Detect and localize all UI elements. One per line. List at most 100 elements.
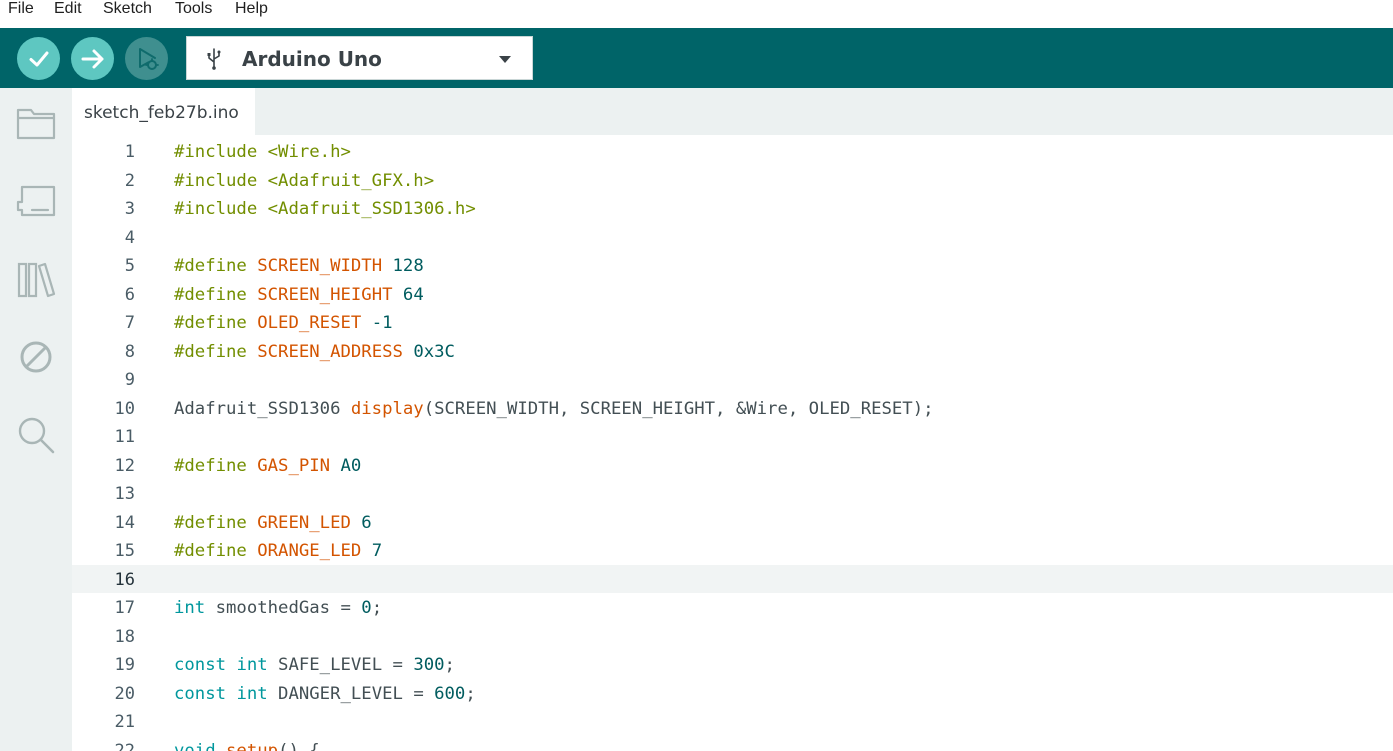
line-number: 16	[114, 569, 135, 590]
code-line[interactable]: 14 #define GREEN_LED 6	[72, 508, 1393, 537]
code-text: #define ORANGE_LED 7	[174, 541, 382, 561]
code-token: #define	[174, 284, 247, 305]
sidebar	[0, 88, 72, 751]
code-line[interactable]: 10 Adafruit_SSD1306 display(SCREEN_WIDTH,…	[72, 394, 1393, 423]
library-manager-button[interactable]	[14, 257, 58, 301]
code-token: <Wire.h>	[267, 142, 351, 162]
code-token: SCREEN_WIDTH	[257, 256, 383, 276]
code-line[interactable]: 7 #define OLED_RESET -1	[72, 308, 1393, 337]
code-token: 7	[371, 541, 383, 561]
code-text: const int DANGER_LEVEL = 600;	[174, 684, 476, 704]
code-token: <Adafruit_SSD1306.h>	[267, 199, 476, 219]
code-line[interactable]: 5 #define SCREEN_WIDTH 128	[72, 251, 1393, 280]
code-text: #define SCREEN_WIDTH 128	[174, 256, 424, 276]
code-line[interactable]: 6 #define SCREEN_HEIGHT 64	[72, 280, 1393, 309]
debug-button[interactable]	[125, 37, 168, 80]
code-token: A0	[340, 455, 362, 476]
code-token: int	[236, 655, 268, 675]
code-line[interactable]: 15 #define ORANGE_LED 7	[72, 536, 1393, 565]
boards-manager-button[interactable]	[14, 179, 58, 223]
code-token: const	[174, 655, 227, 675]
line-number: 22	[114, 740, 135, 751]
code-line[interactable]: 12 #define GAS_PIN A0	[72, 451, 1393, 480]
code-token: #define	[174, 256, 247, 276]
code-token: 0x3C	[413, 341, 455, 362]
code-line[interactable]: 19 const int SAFE_LEVEL = 300;	[72, 650, 1393, 679]
toolbar: Arduino Uno	[0, 28, 1393, 88]
code-text: #define SCREEN_HEIGHT 64	[174, 285, 424, 305]
menu-help[interactable]: Help	[235, 0, 268, 18]
menu-file[interactable]: File	[8, 0, 34, 18]
verify-button[interactable]	[17, 37, 60, 80]
code-line[interactable]: 21	[72, 707, 1393, 736]
code-text: #define GAS_PIN A0	[174, 456, 361, 476]
debug-disabled-icon	[20, 341, 52, 373]
line-number: 19	[114, 655, 135, 675]
code-line[interactable]: 3 #include <Adafruit_SSD1306.h>	[72, 194, 1393, 223]
code-token: void	[174, 740, 216, 751]
menu-tools[interactable]: Tools	[175, 0, 212, 18]
code-token: 128	[392, 256, 424, 276]
upload-button[interactable]	[71, 37, 114, 80]
code-token: #include	[174, 142, 258, 162]
code-text: #include <Wire.h>	[174, 142, 351, 162]
code-line[interactable]: 13	[72, 479, 1393, 508]
line-number: 14	[114, 512, 135, 533]
debug-panel-button[interactable]	[14, 335, 58, 379]
code-line[interactable]: 1 #include <Wire.h>	[72, 137, 1393, 166]
search-button[interactable]	[14, 413, 58, 457]
code-line[interactable]: 17 int smoothedGas = 0;	[72, 593, 1393, 622]
line-number: 7	[124, 313, 135, 333]
code-text: int smoothedGas = 0;	[174, 598, 382, 618]
code-line[interactable]: 9	[72, 365, 1393, 394]
code-token: #include	[174, 199, 258, 219]
menu-edit[interactable]: Edit	[54, 0, 82, 18]
code-token: Adafruit_SSD1306	[174, 398, 351, 419]
code-line[interactable]: 4	[72, 223, 1393, 252]
code-token: SCREEN_HEIGHT	[257, 284, 393, 305]
code-text: #define GREEN_LED 6	[174, 513, 372, 533]
code-line[interactable]: 18	[72, 622, 1393, 651]
code-text: const int SAFE_LEVEL = 300;	[174, 655, 455, 675]
code-token: int	[236, 683, 268, 704]
code-token: #define	[174, 313, 247, 333]
code-token: ;	[371, 598, 383, 618]
arrow-right-icon	[81, 49, 103, 68]
menu-sketch[interactable]: Sketch	[103, 0, 152, 18]
line-number: 10	[114, 398, 135, 419]
code-line[interactable]: 8 #define SCREEN_ADDRESS 0x3C	[72, 337, 1393, 366]
line-number: 3	[124, 199, 135, 219]
sketchbook-button[interactable]	[14, 102, 58, 146]
code-line[interactable]: 22 void setup() {	[72, 736, 1393, 751]
code-token: 300	[413, 655, 445, 675]
code-token: 600	[434, 683, 466, 704]
code-line[interactable]: 16	[72, 564, 1393, 593]
code-line[interactable]: 20 const int DANGER_LEVEL = 600;	[72, 679, 1393, 708]
code-line[interactable]: 11	[72, 422, 1393, 451]
tab-sketch-file[interactable]: sketch_feb27b.ino	[72, 88, 255, 135]
line-number: 12	[114, 455, 135, 476]
code-text: void setup() {	[174, 741, 320, 751]
code-token: display	[350, 398, 424, 419]
debug-icon	[138, 47, 159, 70]
code-token: ;	[444, 655, 455, 675]
line-number: 5	[124, 256, 135, 276]
board-selector[interactable]: Arduino Uno	[186, 36, 533, 80]
code-editor[interactable]: 1 #include <Wire.h> 2 #include <Adafruit_GF…	[72, 135, 1393, 751]
line-number: 8	[124, 341, 135, 362]
line-number: 15	[114, 541, 135, 561]
code-line[interactable]: 2 #include <Adafruit_GFX.h>	[72, 166, 1393, 195]
code-token: GAS_PIN	[257, 455, 331, 476]
